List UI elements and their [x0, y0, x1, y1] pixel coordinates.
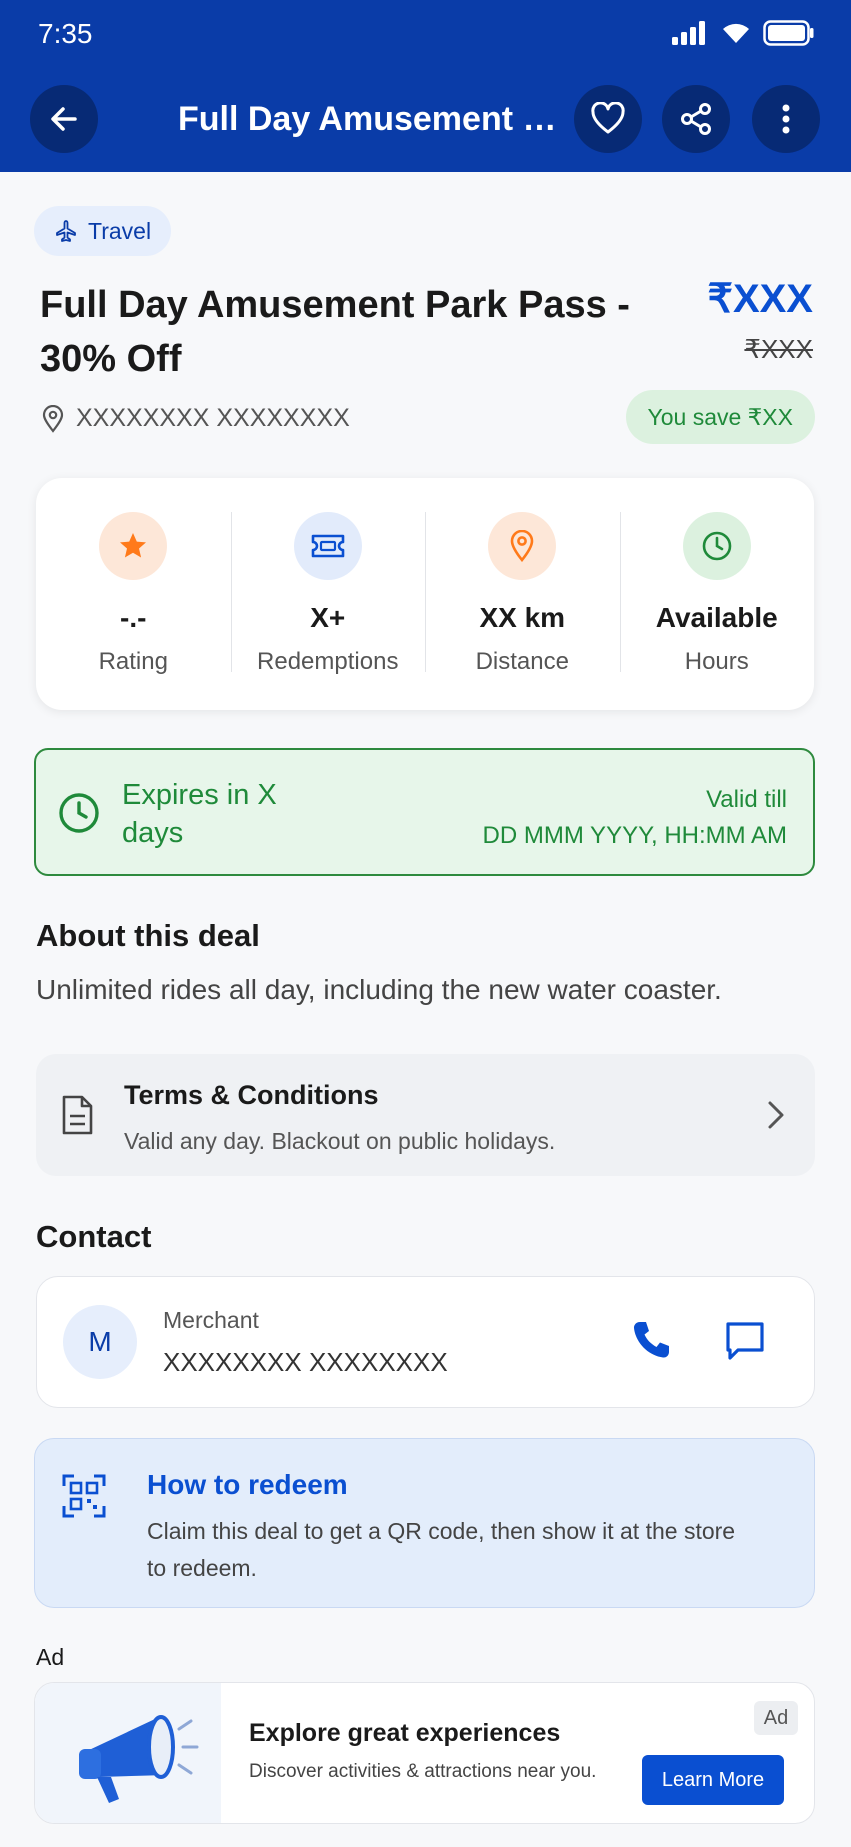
header-title: Full Day Amusement P...: [178, 100, 558, 138]
stat-label: Redemptions: [257, 648, 399, 675]
deal-details-screen: 7:35 Full Day Amusement P... Travel Full…: [0, 0, 851, 1847]
status-icons: [671, 20, 815, 46]
valid-till-date: DD MMM YYYY, HH:MM AM: [482, 822, 787, 849]
stats-card: -.- Rating X+ Redemptions XX km Distance: [36, 478, 814, 710]
expiry-banner: Expires in X days Valid till DD MMM YYYY…: [34, 748, 815, 876]
stat-label: Hours: [684, 648, 749, 675]
wifi-icon: [723, 23, 749, 43]
favorite-button[interactable]: [574, 85, 642, 153]
star-icon: [99, 512, 168, 580]
ad-badge: Ad: [754, 1701, 798, 1735]
message-icon[interactable]: [723, 1319, 767, 1363]
share-icon: [681, 103, 711, 135]
stat-value: Available: [655, 602, 778, 633]
deal-title: Full Day Amusement Park Pass - 30% Off: [40, 284, 630, 380]
deal-price: ₹XXX: [707, 277, 814, 321]
app-header: 7:35 Full Day Amusement P...: [0, 0, 851, 172]
location-pin-icon: [488, 512, 557, 580]
category-chip[interactable]: Travel: [34, 206, 172, 256]
expiry-countdown: Expires in X days: [122, 779, 277, 849]
valid-till-label: Valid till: [706, 786, 787, 813]
about-heading: About this deal: [36, 918, 260, 953]
ad-title: Explore great experiences: [249, 1719, 561, 1747]
share-button[interactable]: [662, 85, 730, 153]
airplane-icon: [56, 220, 76, 242]
chevron-right-icon: [768, 1101, 784, 1129]
category-label: Travel: [88, 217, 152, 244]
ad-section-label: Ad: [36, 1644, 65, 1670]
avatar: M: [63, 1305, 137, 1379]
how-to-redeem-card: How to redeem Claim this deal to get a Q…: [34, 1438, 815, 1608]
megaphone-icon: [79, 1715, 199, 1803]
qr-code-icon: [62, 1474, 106, 1518]
ticket-icon: [293, 512, 362, 580]
deal-location: XXXXXXXX XXXXXXXX: [42, 404, 350, 433]
stat-value: -.-: [120, 602, 147, 633]
ad-banner[interactable]: Explore great experiences Discover activ…: [34, 1682, 815, 1824]
heart-icon: [591, 102, 625, 134]
about-text: Unlimited rides all day, including the n…: [36, 974, 722, 1005]
merchant-card: M Merchant XXXXXXXX XXXXXXXX: [36, 1276, 815, 1408]
phone-icon[interactable]: [631, 1319, 671, 1361]
contact-heading: Contact: [36, 1219, 152, 1254]
more-options-button[interactable]: [752, 85, 820, 153]
battery-icon: [763, 20, 814, 46]
original-price: ₹XXX: [744, 334, 813, 364]
stat-distance: XX km Distance: [425, 478, 620, 710]
location-pin-icon: [42, 404, 64, 433]
terms-title: Terms & Conditions: [124, 1080, 379, 1110]
arrow-left-icon: [51, 107, 77, 131]
redeem-text: Claim this deal to get a QR code, then s…: [147, 1518, 736, 1581]
stat-value: XX km: [479, 602, 566, 633]
terms-card[interactable]: Terms & Conditions Valid any day. Blacko…: [36, 1054, 815, 1176]
ad-subtitle: Discover activities & attractions near y…: [249, 1761, 597, 1782]
merchant-name: XXXXXXXX XXXXXXXX: [163, 1347, 448, 1377]
valid-till: Valid till DD MMM YYYY, HH:MM AM: [483, 782, 787, 854]
location-text: XXXXXXXX XXXXXXXX: [76, 404, 350, 432]
stat-value: X+: [310, 602, 346, 633]
learn-more-button[interactable]: Learn More: [642, 1755, 784, 1805]
stat-hours: Available Hours: [619, 478, 815, 710]
stat-label: Rating: [98, 648, 168, 675]
savings-badge: You save ₹XX: [625, 390, 815, 444]
stat-rating: -.- Rating: [36, 478, 231, 710]
back-button[interactable]: [30, 85, 98, 153]
clock-icon: [59, 793, 99, 833]
terms-subtitle: Valid any day. Blackout on public holida…: [124, 1128, 556, 1154]
stat-label: Distance: [475, 648, 569, 675]
signal-icon: [672, 21, 705, 45]
stat-redemptions: X+ Redemptions: [230, 478, 426, 710]
ad-image: [35, 1683, 221, 1823]
document-icon: [62, 1095, 93, 1135]
status-time: 7:35: [38, 18, 93, 49]
more-vertical-icon: [782, 104, 790, 134]
clock-icon: [682, 512, 751, 580]
redeem-title: How to redeem: [147, 1469, 348, 1500]
merchant-label: Merchant: [163, 1307, 259, 1333]
